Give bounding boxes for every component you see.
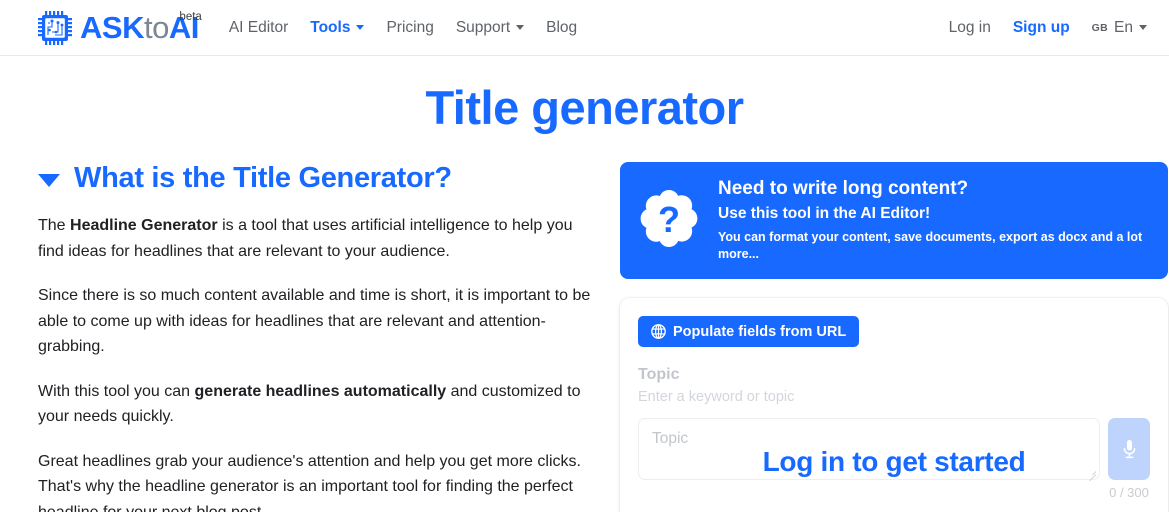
top-navbar: ASKtoAI beta AI Editor Tools Pricing Sup… [0, 0, 1169, 56]
nav-item-ai-editor[interactable]: AI Editor [229, 19, 288, 37]
globe-icon [651, 324, 666, 340]
svg-text:?: ? [658, 199, 680, 240]
signup-link[interactable]: Sign up [1013, 19, 1070, 37]
country-code-label: GB [1091, 21, 1109, 34]
triangle-down-icon [38, 173, 60, 187]
populate-from-url-button[interactable]: Populate fields from URL [638, 316, 860, 348]
left-column: What is the Title Generator? The Headlin… [38, 162, 598, 512]
character-counter: 0 / 300 [1109, 485, 1149, 501]
nav-item-blog[interactable]: Blog [546, 19, 577, 37]
beta-badge: beta [179, 10, 202, 23]
cpu-chip-icon [38, 10, 72, 45]
resize-handle[interactable] [1087, 467, 1096, 476]
chevron-down-icon [1139, 25, 1147, 30]
generator-form-card: Populate fields from URL Topic Enter a k… [620, 298, 1168, 512]
microphone-icon [1122, 439, 1137, 460]
right-column: ? Need to write long content? Use this t… [620, 162, 1168, 512]
what-is-section-toggle[interactable]: What is the Title Generator? [38, 162, 598, 195]
brand-logo-link[interactable]: ASKtoAI beta [38, 9, 202, 45]
callout-subtitle-prefix: Use this tool in the [718, 205, 861, 223]
callout-note: You can format your content, save docume… [718, 230, 1143, 262]
callout-subtitle-strong: AI Editor! [860, 205, 931, 223]
page-title: Title generator [425, 81, 744, 134]
nav-right-group: Log in Sign up GB En [949, 19, 1147, 37]
callout-subtitle: Use this tool in the AI Editor! [718, 202, 1150, 226]
paragraph-2: Since there is so much content available… [38, 287, 591, 356]
nav-item-pricing[interactable]: Pricing [386, 19, 433, 37]
topic-field-hint: Enter a keyword or topic [638, 389, 795, 406]
callout-body: Need to write long content? Use this too… [718, 176, 1150, 263]
login-link[interactable]: Log in [949, 19, 991, 37]
language-label: En [1114, 18, 1133, 36]
nav-item-label: Support [455, 18, 511, 36]
main-content: What is the Title Generator? The Headlin… [0, 162, 1169, 512]
brand-to-text: to [143, 9, 169, 45]
language-switcher[interactable]: GB En [1092, 19, 1147, 37]
brand-wordmark: ASKtoAI beta [80, 9, 202, 45]
nav-item-label: Tools [310, 18, 351, 36]
nav-item-tools[interactable]: Tools [310, 18, 365, 37]
populate-from-url-label: Populate fields from URL [673, 323, 847, 340]
brand-ask-text: ASK [80, 9, 144, 45]
paragraph-1: The Headline Generator is a tool that us… [38, 217, 573, 260]
nav-item-label: Blog [546, 18, 578, 36]
primary-nav: AI Editor Tools Pricing Support Blog [229, 19, 577, 37]
mic-column: 0 / 300 [1108, 418, 1150, 500]
voice-input-button[interactable] [1108, 418, 1150, 481]
section-heading-label: What is the Title Generator? [74, 162, 452, 195]
nav-item-support[interactable]: Support [455, 18, 525, 37]
callout-title: Need to write long content? [718, 178, 969, 200]
paragraph-3: With this tool you can generate headline… [38, 382, 581, 426]
topic-input-row: Topic 0 / 300 [638, 418, 1150, 500]
paragraph-4: Great headlines grab your audience's att… [38, 452, 581, 512]
chevron-down-icon [356, 25, 365, 30]
nav-item-label: Pricing [386, 18, 434, 36]
topic-input-placeholder: Topic [652, 430, 689, 448]
topic-field-label: Topic [638, 366, 680, 384]
topic-input[interactable]: Topic [638, 418, 1100, 481]
ai-editor-callout[interactable]: ? Need to write long content? Use this t… [620, 162, 1168, 280]
nav-item-label: AI Editor [228, 18, 289, 36]
question-mark-badge-icon: ? [636, 187, 702, 253]
chevron-down-icon [516, 25, 525, 30]
